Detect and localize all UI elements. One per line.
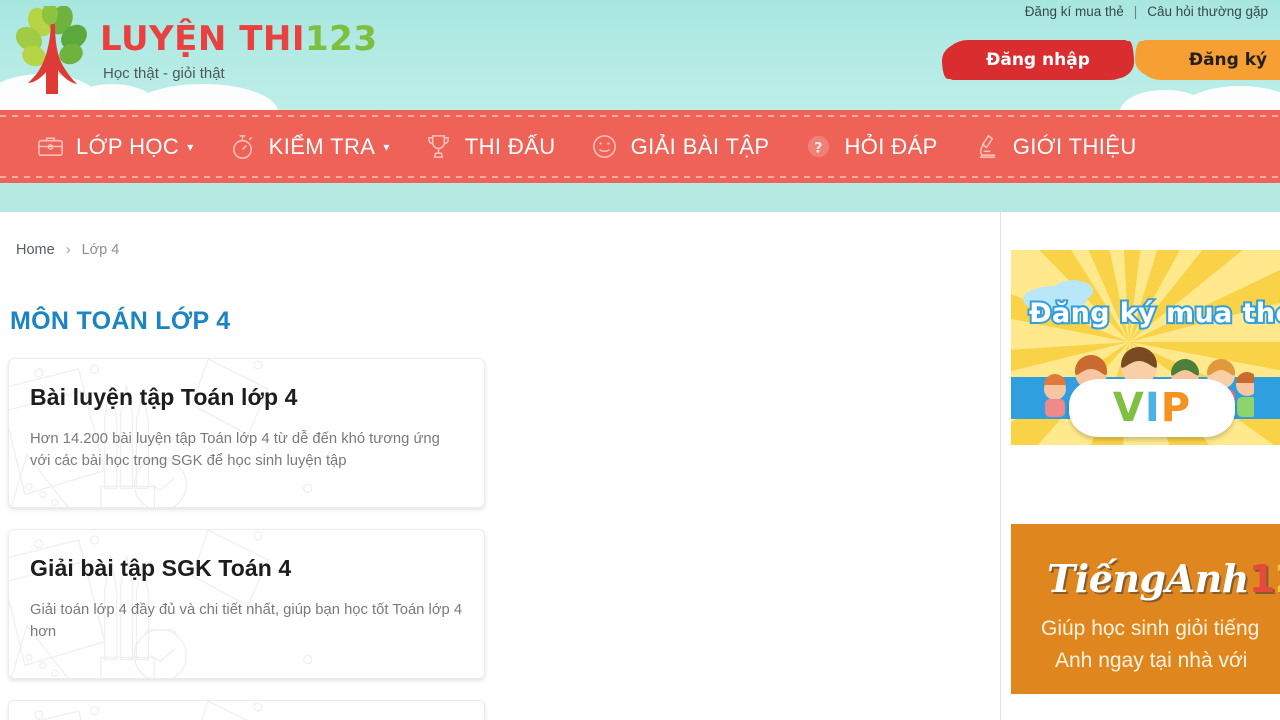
link-separator: | (1133, 4, 1138, 19)
svg-text:?: ? (814, 140, 823, 156)
tree-logo-icon (14, 3, 92, 98)
header-top-links: Đăng kí mua thẻ | Câu hỏi thường gặp (1025, 4, 1268, 19)
card-bai-luyen-tap[interactable]: Bài luyện tập Toán lớp 4 Hơn 14.200 bài … (8, 358, 485, 508)
vip-letter-v: V (1112, 385, 1145, 431)
breadcrumb-home[interactable]: Home (16, 242, 55, 258)
banner-english-subtitle: Giúp học sinh giỏi tiếng Anh ngay tại nh… (1011, 613, 1280, 676)
cloud-decoration-icon (1180, 86, 1280, 110)
nav-item-giai-bai-tap[interactable]: GIẢI BÀI TẬP (573, 132, 787, 162)
nav-label: THI ĐẤU (464, 133, 556, 159)
banner-english-logo: TiếngAnh12 (1011, 556, 1280, 601)
page-title: MÔN TOÁN LỚP 4 (10, 307, 231, 335)
card-giai-bai-tap-sgk[interactable]: Giải bài tập SGK Toán 4 Giải toán lớp 4 … (8, 529, 485, 679)
chevron-right-icon: › (65, 242, 71, 258)
banner-english-line1: Giúp học sinh giỏi tiếng (1041, 617, 1260, 640)
login-button[interactable]: Đăng nhập (945, 40, 1131, 80)
nav-label: LỚP HỌC (76, 133, 180, 159)
nav-label: GIỚI THIỆU (1012, 133, 1137, 159)
banner-english-line2: Anh ngay tại nhà với (1055, 648, 1248, 672)
nav-item-thi-dau[interactable]: THI ĐẤU (407, 132, 573, 162)
banner-tienganh123[interactable]: TiếngAnh12 Giúp học sinh giỏi tiếng Anh … (1011, 524, 1280, 694)
site-logo[interactable]: LUYỆN THI123 Học thật - giỏi thật (14, 3, 377, 98)
trophy-icon (424, 132, 454, 162)
question-icon: ? (803, 132, 833, 162)
nav-label: GIẢI BÀI TẬP (630, 133, 770, 159)
main-navigation: LỚP HỌC ▾ KIỂM TRA ▾ THI ĐẤU GIẢI BÀI TẬ… (0, 110, 1280, 183)
breadcrumb: Home › Lớp 4 (8, 212, 974, 258)
main-column: Home › Lớp 4 MÔN TOÁN LỚP 4 Bài luyện tậ… (0, 212, 1000, 720)
nav-label: HỎI ĐÁP (844, 133, 938, 159)
signup-button[interactable]: Đăng ký (1138, 40, 1280, 80)
card-video-bai-giang[interactable]: Video bài giảng Toán lớp 4 Bộ video đầy … (8, 700, 485, 720)
banner-vip-title: Đăng ký mua thẻ VIP (1027, 296, 1280, 331)
brand-tagline: Học thật - giỏi thật (103, 65, 225, 82)
nav-item-lop-hoc[interactable]: LỚP HỌC ▾ (18, 132, 211, 162)
card-title: Giải bài tập SGK Toán 4 (30, 555, 292, 581)
nav-item-kiem-tra[interactable]: KIỂM TRA ▾ (211, 132, 407, 162)
brand-title: LUYỆN THI123 (100, 22, 377, 56)
link-buy-card[interactable]: Đăng kí mua thẻ (1025, 4, 1124, 19)
microscope-icon (972, 132, 1002, 162)
teal-divider-strip (0, 183, 1280, 212)
link-faq[interactable]: Câu hỏi thường gặp (1147, 4, 1268, 19)
auth-buttons: Đăng nhập Đăng ký (945, 40, 1280, 80)
card-description: Hơn 14.200 bài luyện tập Toán lớp 4 từ d… (30, 431, 440, 470)
banner-english-logo-text: TiếngAnh (1047, 556, 1249, 601)
brand-name-primary: LUYỆN THI (100, 19, 305, 59)
site-header: LUYỆN THI123 Học thật - giỏi thật Đăng k… (0, 0, 1280, 110)
card-grid: Bài luyện tập Toán lớp 4 Hơn 14.200 bài … (8, 358, 974, 720)
card-description: Giải toán lớp 4 đầy đủ và chi tiết nhất,… (30, 602, 463, 641)
card-title: Bài luyện tập Toán lớp 4 (30, 384, 298, 410)
chevron-down-icon: ▾ (187, 139, 194, 154)
vip-badge: VIP (1069, 379, 1235, 437)
nav-label: KIỂM TRA (268, 133, 376, 159)
nav-item-hoi-dap[interactable]: ? HỎI ĐÁP (786, 132, 954, 162)
banner-english-logo-num2: 2 (1275, 557, 1280, 601)
stopwatch-icon (228, 132, 258, 162)
page-body: Home › Lớp 4 MÔN TOÁN LỚP 4 Bài luyện tậ… (0, 212, 1280, 720)
banner-english-logo-num1: 1 (1248, 557, 1275, 601)
vip-letter-i: I (1144, 385, 1161, 431)
brand-name-secondary: 123 (305, 19, 378, 59)
breadcrumb-current: Lớp 4 (81, 242, 120, 258)
banner-vip[interactable]: Đăng ký mua thẻ VIP (1011, 250, 1280, 445)
briefcase-icon (35, 132, 65, 162)
card-watermark-icon (34, 701, 263, 720)
chevron-down-icon: ▾ (383, 139, 390, 154)
vip-letter-p: P (1160, 385, 1192, 431)
nav-item-gioi-thieu[interactable]: GIỚI THIỆU (955, 132, 1154, 162)
smiley-icon (590, 132, 620, 162)
sidebar: Đăng ký mua thẻ VIP (1000, 212, 1280, 720)
